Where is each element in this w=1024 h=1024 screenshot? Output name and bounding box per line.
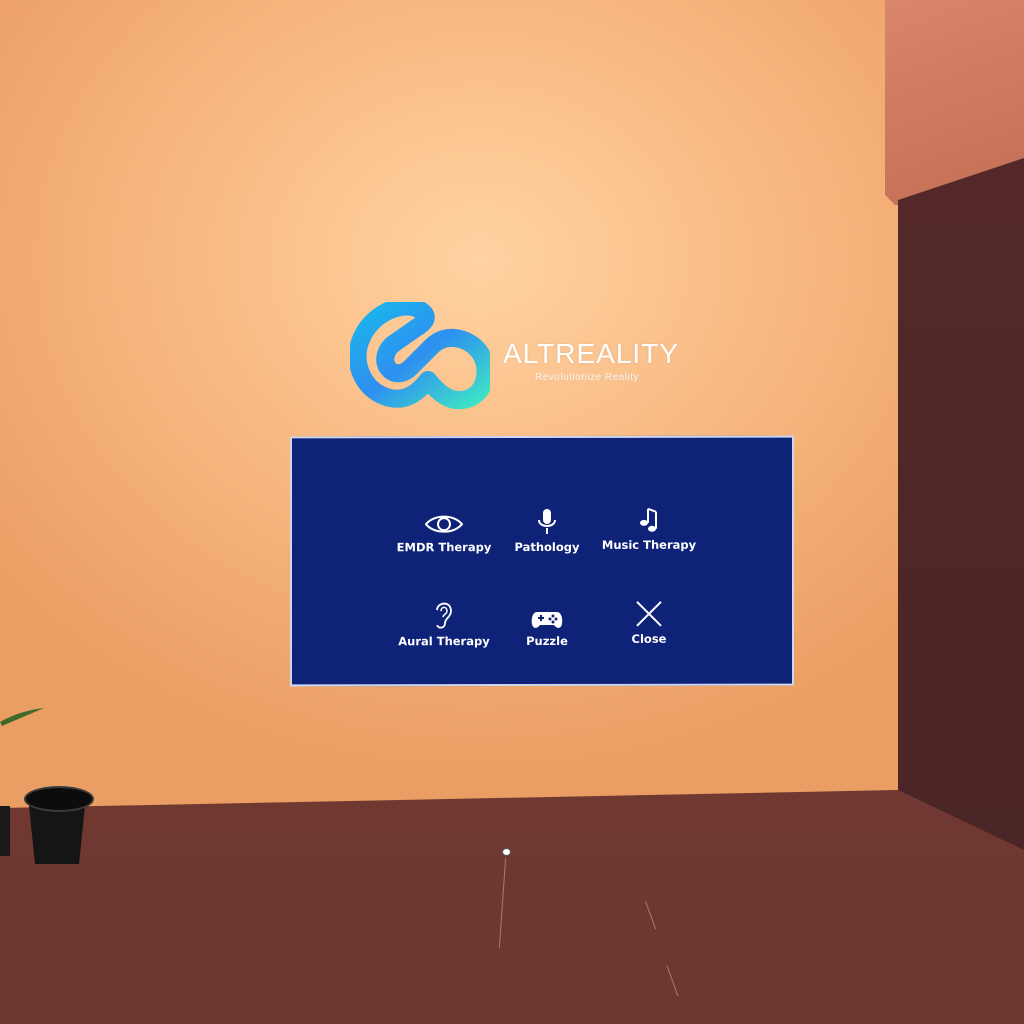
menu-item-label: Music Therapy <box>601 537 697 552</box>
menu-item-pathology[interactable]: Pathology <box>492 500 602 554</box>
menu-item-close[interactable]: Close <box>594 592 704 646</box>
gaze-cursor <box>502 848 511 856</box>
menu-item-label: Aural Therapy <box>398 634 490 649</box>
menu-item-label: Puzzle <box>526 633 568 649</box>
brand-tagline: Revolutionize Reality <box>535 372 639 383</box>
therapy-menu-panel: EMDR Therapy Pathology Music Therapy Aur… <box>290 435 794 687</box>
menu-item-emdr-therapy[interactable]: EMDR Therapy <box>389 500 499 554</box>
microphone-icon <box>538 508 556 534</box>
altreality-logo-icon <box>350 302 490 409</box>
menu-item-label: Pathology <box>514 539 580 555</box>
music-note-icon <box>640 507 657 532</box>
plant-pot-partial <box>0 806 10 856</box>
brand-block: ALTREALITY Revolutionize Reality <box>503 338 693 383</box>
menu-item-label: Close <box>631 631 667 646</box>
menu-item-aural-therapy[interactable]: Aural Therapy <box>389 594 499 648</box>
menu-item-music-therapy[interactable]: Music Therapy <box>594 498 704 552</box>
plant-leaf <box>0 708 44 726</box>
close-icon <box>636 601 662 627</box>
menu-item-puzzle[interactable]: Puzzle <box>492 594 602 648</box>
ear-icon <box>436 602 452 629</box>
gamepad-icon <box>531 611 563 628</box>
brand-name: ALTREALITY <box>503 338 679 369</box>
eye-icon <box>424 515 464 533</box>
plant-pot <box>24 786 94 864</box>
menu-item-label: EMDR Therapy <box>396 540 492 555</box>
